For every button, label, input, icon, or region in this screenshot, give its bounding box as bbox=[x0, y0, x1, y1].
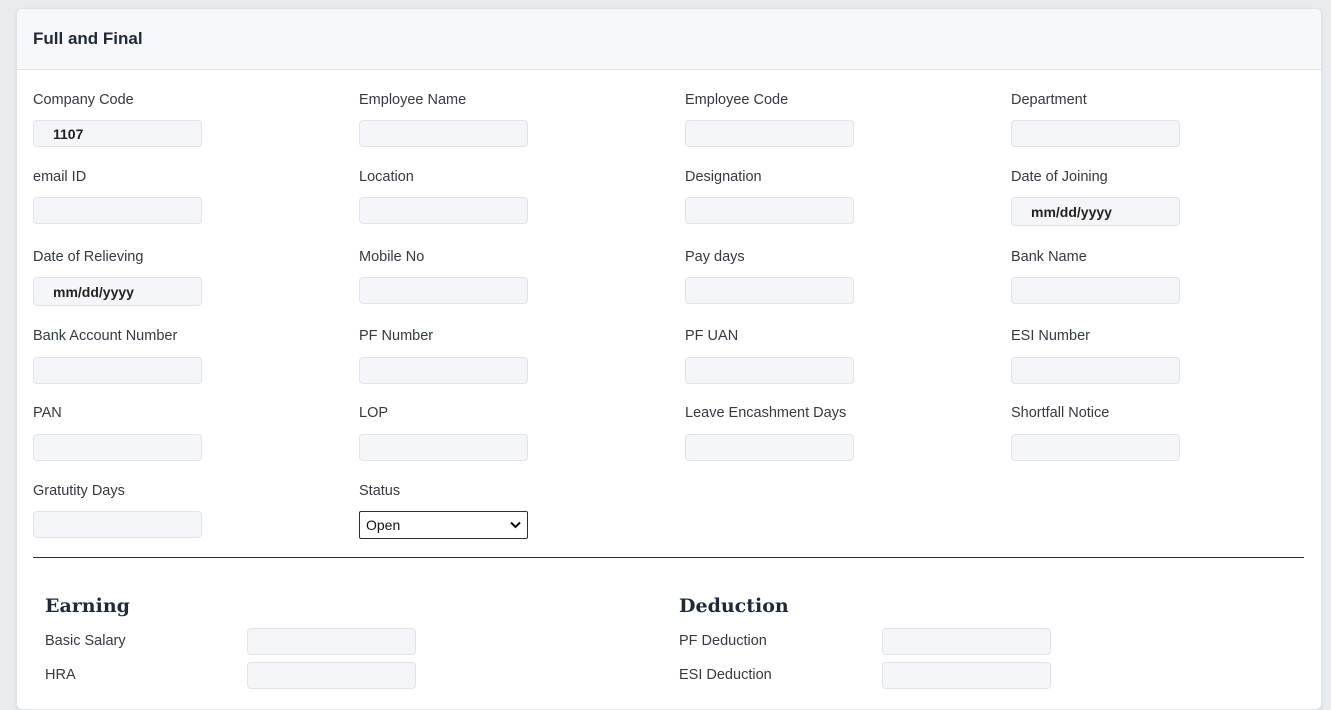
pf-deduction-input[interactable] bbox=[882, 628, 1051, 655]
section-divider bbox=[33, 557, 1304, 558]
date-of-joining-input[interactable]: mm/dd/yyyy bbox=[1011, 197, 1180, 226]
shortfall-notice-input[interactable] bbox=[1011, 434, 1180, 461]
department-input[interactable] bbox=[1011, 120, 1180, 147]
bank-account-number-label: Bank Account Number bbox=[33, 328, 178, 344]
bank-account-number-input[interactable] bbox=[33, 357, 202, 384]
company-code-label: Company Code bbox=[33, 92, 134, 108]
page-title: Full and Final bbox=[33, 29, 143, 48]
pf-deduction-label: PF Deduction bbox=[679, 633, 767, 649]
esi-deduction-input[interactable] bbox=[882, 662, 1051, 689]
pay-days-input[interactable] bbox=[685, 277, 854, 304]
date-of-relieving-label: Date of Relieving bbox=[33, 249, 144, 265]
full-and-final-card: Full and Final Company Code 1107 Employe… bbox=[16, 8, 1322, 710]
pf-uan-label: PF UAN bbox=[685, 328, 739, 344]
status-label: Status bbox=[359, 483, 401, 499]
employee-name-label: Employee Name bbox=[359, 92, 467, 108]
esi-number-input[interactable] bbox=[1011, 357, 1180, 384]
basic-salary-input[interactable] bbox=[247, 628, 416, 655]
mobile-no-input[interactable] bbox=[359, 277, 528, 304]
designation-label: Designation bbox=[685, 169, 762, 185]
lop-label: LOP bbox=[359, 405, 389, 421]
esi-number-label: ESI Number bbox=[1011, 328, 1090, 344]
mobile-no-label: Mobile No bbox=[359, 249, 425, 265]
leave-encashment-days-label: Leave Encashment Days bbox=[685, 405, 847, 421]
basic-salary-label: Basic Salary bbox=[45, 633, 126, 649]
email-id-input[interactable] bbox=[33, 197, 202, 224]
hra-label: HRA bbox=[45, 667, 76, 683]
employee-name-input[interactable] bbox=[359, 120, 528, 147]
card-header: Full and Final bbox=[17, 9, 1321, 70]
employee-code-label: Employee Code bbox=[685, 92, 789, 108]
email-id-label: email ID bbox=[33, 169, 87, 185]
pan-label: PAN bbox=[33, 405, 62, 421]
gratuity-days-label: Gratutity Days bbox=[33, 483, 125, 499]
department-label: Department bbox=[1011, 92, 1087, 108]
bank-name-input[interactable] bbox=[1011, 277, 1180, 304]
pf-number-input[interactable] bbox=[359, 357, 528, 384]
earning-heading: Earning bbox=[45, 595, 130, 617]
pf-number-label: PF Number bbox=[359, 328, 434, 344]
location-label: Location bbox=[359, 169, 414, 185]
deduction-heading: Deduction bbox=[679, 595, 789, 617]
leave-encashment-days-input[interactable] bbox=[685, 434, 854, 461]
employee-code-input[interactable] bbox=[685, 120, 854, 147]
status-select[interactable]: Open bbox=[359, 511, 528, 539]
esi-deduction-label: ESI Deduction bbox=[679, 667, 772, 683]
hra-input[interactable] bbox=[247, 662, 416, 689]
company-code-input[interactable]: 1107 bbox=[33, 120, 202, 147]
date-of-joining-label: Date of Joining bbox=[1011, 169, 1108, 185]
shortfall-notice-label: Shortfall Notice bbox=[1011, 405, 1110, 421]
status-selected-value: Open bbox=[366, 517, 401, 533]
pf-uan-input[interactable] bbox=[685, 357, 854, 384]
date-of-relieving-input[interactable]: mm/dd/yyyy bbox=[33, 277, 202, 306]
location-input[interactable] bbox=[359, 197, 528, 224]
pay-days-label: Pay days bbox=[685, 249, 745, 265]
designation-input[interactable] bbox=[685, 197, 854, 224]
lop-input[interactable] bbox=[359, 434, 528, 461]
chevron-down-icon bbox=[510, 521, 521, 529]
pan-input[interactable] bbox=[33, 434, 202, 461]
bank-name-label: Bank Name bbox=[1011, 249, 1087, 265]
gratuity-days-input[interactable] bbox=[33, 511, 202, 538]
